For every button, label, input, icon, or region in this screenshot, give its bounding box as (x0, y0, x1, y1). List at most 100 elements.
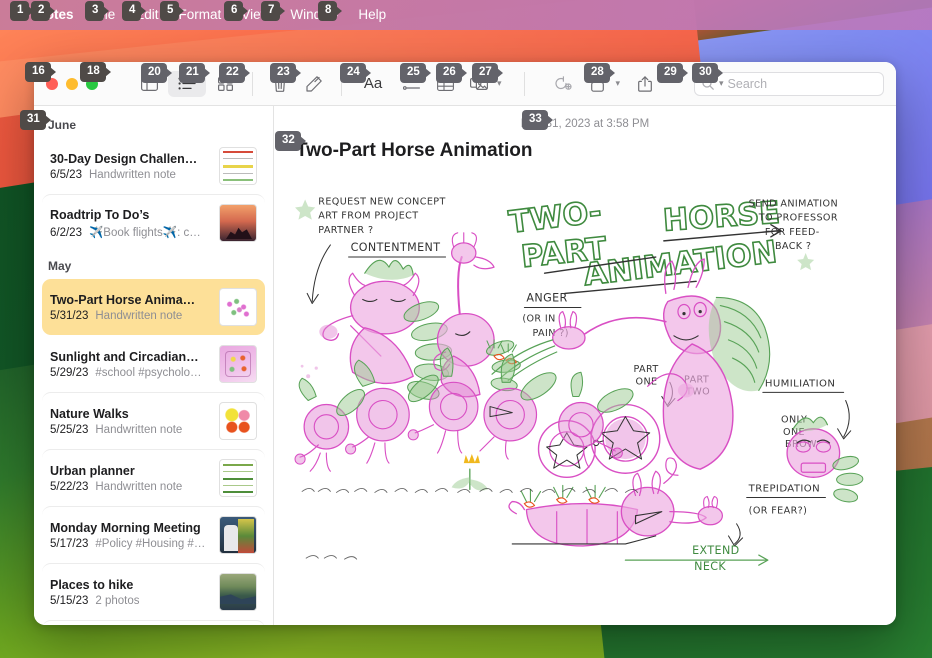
share-icon[interactable] (630, 71, 660, 97)
badge-26: 26 (436, 63, 462, 83)
note-thumbnail (219, 459, 257, 497)
badge-6: 6 (224, 1, 244, 21)
badge-31: 31 (20, 110, 46, 130)
list-item[interactable]: Summer Outfits 5/15/23 (42, 620, 265, 625)
note-date: 5/29/23 (50, 366, 89, 379)
note-subtitle: Handwritten note (95, 480, 183, 493)
badge-21: 21 (179, 63, 205, 83)
note-thumbnail (219, 516, 257, 554)
svg-text:ONE: ONE (636, 376, 658, 387)
toolbar-divider-1 (252, 71, 253, 96)
note-thumbnail (219, 402, 257, 440)
notes-list-sidebar[interactable]: June 30-Day Design Challen… 6/5/23 Handw… (34, 106, 274, 625)
badge-25: 25 (400, 63, 426, 83)
badge-5: 5 (160, 1, 180, 21)
list-item-selected[interactable]: Two-Part Horse Anima… 5/31/23 Handwritte… (42, 279, 265, 335)
note-date: 5/22/23 (50, 480, 89, 493)
section-header-may: May (48, 259, 72, 273)
note-subtitle: #Policy #Housing #… (95, 537, 206, 550)
svg-text:REQUEST NEW CONCEPT: REQUEST NEW CONCEPT (318, 196, 445, 207)
note-subtitle: Handwritten note (95, 423, 183, 436)
note-date: 5/31/23 (50, 309, 89, 322)
list-item[interactable]: 30-Day Design Challen… 6/5/23 Handwritte… (42, 138, 265, 194)
badge-16: 16 (25, 62, 51, 82)
badge-24: 24 (340, 63, 366, 83)
note-subtitle: ✈️Book flights✈️: c… (88, 226, 201, 239)
note-title: Sunlight and Circadian… (50, 349, 199, 364)
svg-text:FOR FEED-: FOR FEED- (765, 227, 820, 238)
svg-text:CONTENTMENT: CONTENTMENT (351, 241, 441, 254)
note-thumbnail (219, 288, 257, 326)
badge-1: 1 (10, 1, 30, 21)
svg-text:PARTNER ?: PARTNER ? (318, 225, 373, 236)
list-item[interactable]: Sunlight and Circadian… 5/29/23 #school … (42, 335, 265, 392)
search-chevron-down-icon[interactable]: ▾ (719, 78, 724, 89)
note-thumbnail (219, 573, 257, 611)
note-title: Roadtrip To Do’s (50, 207, 150, 222)
list-item[interactable]: Places to hike 5/15/23 2 photos (42, 563, 265, 620)
screen:  Notes File Edit Format View Window Hel… (0, 0, 932, 658)
badge-22: 22 (219, 63, 245, 83)
toolbar-divider-3 (523, 71, 525, 96)
badge-8: 8 (318, 1, 338, 21)
note-thumbnail (219, 147, 257, 185)
note-title: Two-Part Horse Anima… (50, 292, 196, 307)
note-title: Nature Walks (50, 406, 129, 421)
svg-text:PART: PART (633, 364, 658, 375)
svg-text:SEND ANIMATION: SEND ANIMATION (749, 199, 838, 210)
handwritten-drawing-canvas[interactable]: .mg{stroke:#d94fc4;fill:none;stroke-line… (292, 184, 878, 617)
badge-2: 2 (31, 1, 51, 21)
note-title: 30-Day Design Challen… (50, 151, 198, 166)
note-subtitle: Handwritten note (95, 309, 183, 322)
badge-32: 32 (275, 131, 301, 151)
note-date: 5/17/23 (50, 537, 89, 550)
note-date: 6/2/23 (50, 226, 82, 239)
note-title: Urban planner (50, 463, 135, 478)
note-subtitle: 2 photos (95, 594, 140, 607)
badge-33: 33 (522, 110, 548, 130)
lock-chevron-down-icon[interactable]: ▾ (616, 78, 621, 89)
list-item[interactable]: Monday Morning Meeting 5/17/23 #Policy #… (42, 506, 265, 563)
note-subtitle: Handwritten note (88, 168, 176, 181)
note-thumbnail (219, 204, 257, 242)
badge-7: 7 (261, 1, 281, 21)
note-title: Places to hike (50, 577, 134, 592)
badge-3: 3 (85, 1, 105, 21)
search-placeholder: Search (727, 76, 768, 91)
badge-27: 27 (472, 63, 498, 83)
notes-window: Aa ▾ ▾ ▾ Search June 30-Day Design Chall… (34, 62, 896, 625)
sketch-artwork: .mg{stroke:#d94fc4;fill:none;stroke-line… (294, 194, 864, 573)
badge-30: 30 (692, 63, 718, 83)
list-item[interactable]: Roadtrip To Do’s 6/2/23 ✈️Book flights✈️… (42, 194, 265, 251)
quicknote-icon[interactable] (549, 71, 579, 97)
list-item[interactable]: Urban planner 5/22/23 Handwritten note (42, 449, 265, 506)
svg-text:ANGER: ANGER (526, 291, 567, 304)
section-header-june: June (48, 118, 77, 132)
note-heading: Two-Part Horse Animation (296, 140, 533, 161)
menu-item-help[interactable]: Help (348, 0, 396, 30)
list-item[interactable]: Nature Walks 5/25/23 Handwritten note (42, 392, 265, 449)
minimize-button[interactable] (66, 77, 78, 90)
svg-text:TO PROFESSOR: TO PROFESSOR (758, 213, 838, 224)
note-subtitle: #school #psycholo… (95, 366, 202, 379)
note-date: 5/15/23 (50, 594, 89, 607)
note-date: 6/5/23 (50, 168, 82, 181)
compose-icon[interactable] (299, 71, 329, 97)
badge-23: 23 (270, 63, 296, 83)
badge-29: 29 (657, 63, 683, 83)
badge-4: 4 (122, 1, 142, 21)
svg-text:EXTEND: EXTEND (692, 544, 740, 557)
svg-text:HUMILIATION: HUMILIATION (765, 378, 835, 389)
svg-text:(OR FEAR?): (OR FEAR?) (749, 506, 808, 517)
badge-20: 20 (141, 63, 167, 83)
svg-text:ART FROM PROJECT: ART FROM PROJECT (318, 211, 418, 222)
svg-text:NECK: NECK (694, 560, 726, 573)
note-date: 5/25/23 (50, 423, 89, 436)
note-detail-pane[interactable]: May 31, 2023 at 3:58 PM Two-Part Horse A… (274, 106, 896, 625)
note-timestamp: May 31, 2023 at 3:58 PM (520, 118, 650, 130)
svg-text:(OR IN: (OR IN (522, 314, 555, 325)
note-title: Monday Morning Meeting (50, 520, 201, 535)
svg-text:TREPIDATION: TREPIDATION (748, 483, 820, 494)
badge-28: 28 (584, 63, 610, 83)
badge-18: 18 (80, 62, 106, 82)
